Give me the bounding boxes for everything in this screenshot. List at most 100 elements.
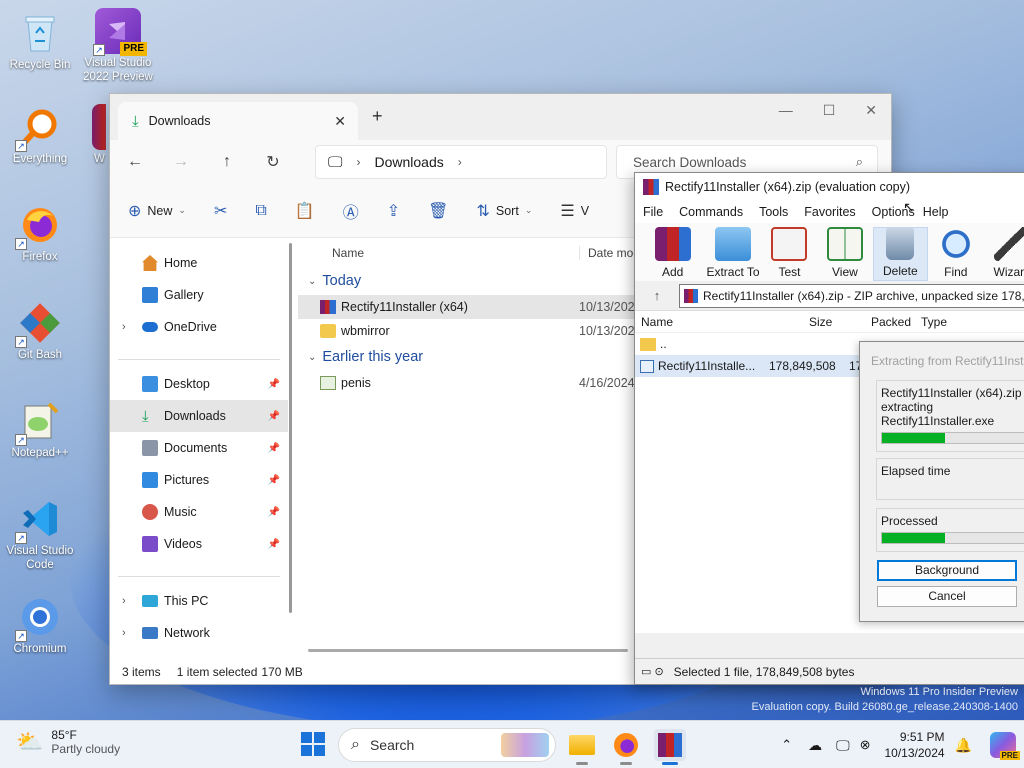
back-arrow-icon[interactable]: ←: [112, 153, 158, 171]
add-button[interactable]: Add: [641, 227, 704, 281]
taskbar-winrar[interactable]: [654, 729, 686, 765]
network-disconnected-icon[interactable]: ⊗: [860, 737, 871, 753]
copilot-icon[interactable]: PRE: [990, 732, 1020, 760]
cloud-offline-icon[interactable]: ☁: [808, 737, 822, 754]
horizontal-scrollbar[interactable]: [308, 649, 628, 652]
cancel-button[interactable]: Cancel: [877, 586, 1017, 607]
view-button[interactable]: ☰ V: [560, 201, 589, 221]
sidebar-item-music[interactable]: Music 📌: [110, 496, 288, 528]
sidebar-item-home[interactable]: Home: [110, 247, 288, 279]
menu-file[interactable]: File: [643, 205, 663, 219]
rename-icon: Ⓐ: [342, 204, 359, 222]
close-window-icon[interactable]: ✕: [865, 102, 877, 119]
paste-button[interactable]: 📋: [295, 201, 315, 221]
desktop-icon-firefox[interactable]: ↗ Firefox: [0, 202, 80, 264]
tab-downloads[interactable]: ⤓ Downloads ✕: [118, 102, 358, 140]
address-bar[interactable]: 🖵 › Downloads ›: [315, 145, 607, 179]
desktop-icon-winrar[interactable]: W: [78, 104, 106, 166]
chevron-right-icon[interactable]: ›: [122, 595, 126, 607]
file-name: Rectify11Installer (x64): [341, 300, 468, 314]
magic-wand-icon: [993, 227, 1024, 261]
sidebar-item-label: Downloads: [164, 409, 226, 423]
sidebar-item-gallery[interactable]: Gallery: [110, 279, 288, 311]
new-tab-icon[interactable]: +: [372, 106, 383, 127]
menu-favorites[interactable]: Favorites: [804, 205, 855, 219]
file-size: 178,849,508: [769, 359, 836, 373]
desktop-icon-vscode[interactable]: ↗ Visual Studio Code: [0, 496, 80, 572]
new-button[interactable]: ⊕ New ⌄: [128, 201, 186, 221]
desktop-icon-label: Everything: [12, 153, 68, 165]
menu-help[interactable]: Help: [923, 205, 949, 219]
refresh-icon[interactable]: ↻: [250, 152, 296, 172]
minimize-icon[interactable]: —: [779, 102, 793, 119]
column-header-name[interactable]: Name: [332, 246, 364, 260]
pin-icon[interactable]: 📌: [268, 539, 280, 550]
background-button[interactable]: Background: [877, 560, 1017, 581]
delete-button[interactable]: Delete: [872, 227, 929, 281]
desktop-icon-everything[interactable]: ↗ Everything: [0, 104, 80, 166]
desktop-icon-visual-studio[interactable]: PRE ↗ Visual Studio 2022 Preview: [78, 8, 158, 84]
desktop-icon-chromium[interactable]: ↗ Chromium: [0, 594, 80, 656]
chevron-right-icon[interactable]: ›: [122, 627, 126, 639]
taskbar-search[interactable]: ⌕ Search: [338, 728, 556, 762]
desktop-icon-label: Notepad++: [11, 447, 69, 459]
sidebar-item-this-pc[interactable]: › This PC: [110, 585, 288, 617]
sidebar-item-network[interactable]: › Network: [110, 617, 288, 649]
shortcut-arrow-icon: ↗: [15, 140, 27, 152]
chevron-up-icon[interactable]: ⌃: [781, 737, 792, 753]
delete-button[interactable]: 🗑: [428, 201, 448, 221]
up-arrow-icon[interactable]: ↑: [635, 288, 679, 303]
sidebar-item-desktop[interactable]: Desktop 📌: [110, 368, 288, 400]
menu-tools[interactable]: Tools: [759, 205, 788, 219]
cut-button[interactable]: ✂: [214, 201, 227, 221]
menu-commands[interactable]: Commands: [679, 205, 743, 219]
find-button[interactable]: Find: [928, 227, 983, 281]
desktop-icon-git-bash[interactable]: ↗ Git Bash: [0, 300, 80, 362]
taskbar-firefox[interactable]: [610, 729, 642, 765]
winrar-status-bar: ▭ ⊙ Selected 1 file, 178,849,508 bytes: [635, 658, 1024, 684]
test-button[interactable]: Test: [762, 227, 817, 281]
desktop-icon-recycle-bin[interactable]: Recycle Bin: [0, 10, 80, 72]
chevron-down-icon: ⌄: [524, 205, 533, 215]
sidebar-scrollbar[interactable]: [288, 239, 294, 619]
trash-icon: 🗑: [428, 202, 449, 220]
chevron-right-icon[interactable]: ›: [122, 321, 126, 333]
pin-icon[interactable]: 📌: [268, 411, 280, 422]
sidebar-item-documents[interactable]: Documents 📌: [110, 432, 288, 464]
pin-icon[interactable]: 📌: [268, 507, 280, 518]
maximize-icon[interactable]: ☐: [823, 102, 836, 119]
clock[interactable]: 9:51 PM 10/13/2024: [885, 729, 945, 761]
breadcrumb[interactable]: Downloads: [374, 154, 443, 170]
wizard-button[interactable]: Wizard: [984, 227, 1024, 281]
notification-bell-icon[interactable]: 🔔: [955, 737, 972, 754]
column-header-size[interactable]: Size: [809, 315, 832, 329]
desktop-icon-notepad-plus-plus[interactable]: ↗ Notepad++: [0, 398, 80, 460]
close-tab-icon[interactable]: ✕: [334, 113, 346, 130]
column-header-name[interactable]: Name: [641, 315, 673, 329]
total-progress-bar: [881, 532, 1024, 544]
extract-to-button[interactable]: Extract To: [704, 227, 761, 281]
column-header-type[interactable]: Type: [921, 315, 947, 329]
copy-button[interactable]: ⧉: [255, 202, 266, 220]
videos-icon: [142, 536, 158, 552]
start-button[interactable]: [300, 731, 326, 760]
sidebar-item-videos[interactable]: Videos 📌: [110, 528, 288, 560]
taskbar-file-explorer[interactable]: [566, 729, 598, 765]
pin-icon[interactable]: 📌: [268, 443, 280, 454]
pin-icon[interactable]: 📌: [268, 475, 280, 486]
up-arrow-icon[interactable]: ↑: [204, 153, 250, 171]
rename-button[interactable]: Ⓐ: [343, 199, 359, 223]
share-button[interactable]: ⇪: [387, 201, 400, 221]
sidebar-item-pictures[interactable]: Pictures 📌: [110, 464, 288, 496]
forward-arrow-icon[interactable]: →: [158, 153, 204, 171]
sort-button[interactable]: ⇅ Sort ⌄: [476, 201, 532, 221]
sidebar-item-downloads[interactable]: ⤓ Downloads 📌: [110, 400, 288, 432]
weather-widget[interactable]: ⛅ 85°F Partly cloudy: [16, 728, 120, 756]
column-header-packed[interactable]: Packed: [871, 315, 911, 329]
sidebar-item-onedrive[interactable]: › OneDrive: [110, 311, 288, 343]
display-icon[interactable]: 🖵: [836, 737, 850, 754]
archive-path-field[interactable]: Rectify11Installer (x64).zip - ZIP archi…: [679, 283, 1024, 308]
view-button[interactable]: View: [817, 227, 872, 281]
pin-icon[interactable]: 📌: [268, 379, 280, 390]
desktop-icon-label: Chromium: [13, 643, 67, 655]
